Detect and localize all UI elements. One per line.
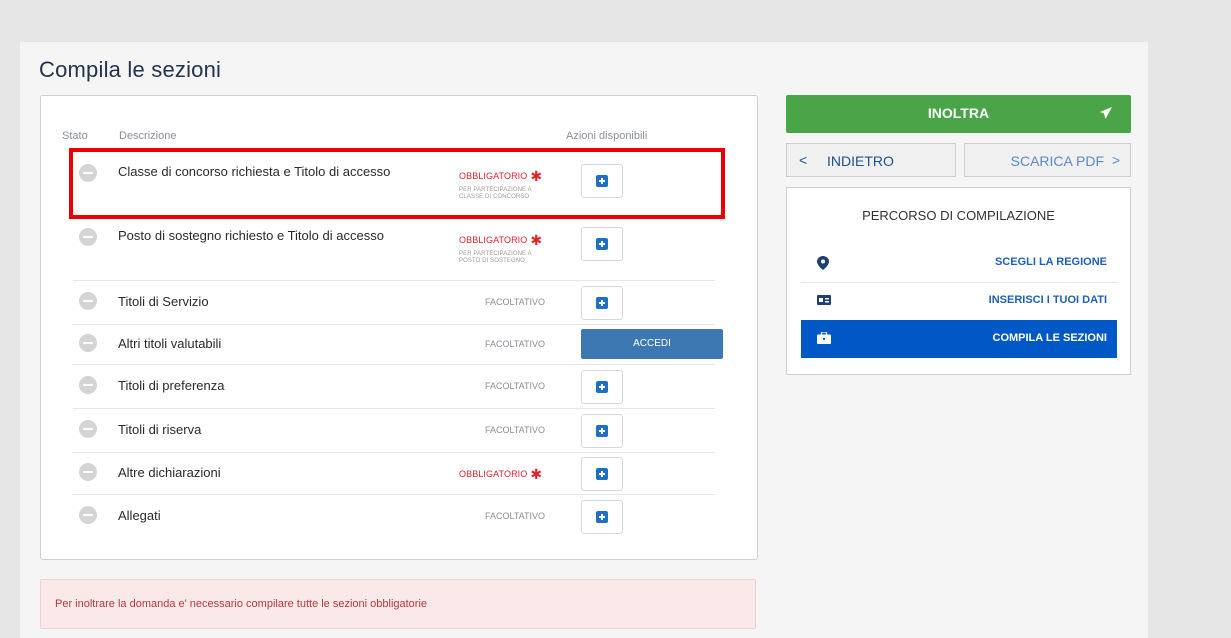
percorso-title: PERCORSO DI COMPILAZIONE [862,208,1055,223]
table-row: Allegati FACOLTATIVO [73,494,715,538]
add-button[interactable] [581,227,623,261]
optional-badge: FACOLTATIVO [485,425,546,435]
chevron-left-icon: < [799,152,808,168]
step-scegli-regione[interactable]: SCEGLI LA REGIONE [801,244,1117,283]
required-badge: OBBLIGATORIO ✱ [459,466,542,483]
row-label: Posto di sostegno richiesto e Titolo di … [118,228,384,243]
id-card-icon [817,295,831,305]
add-button[interactable] [581,286,623,320]
optional-badge: FACOLTATIVO [485,511,546,521]
asterisk-icon: ✱ [530,232,543,248]
map-pin-icon [817,256,829,270]
table-row: Altre dichiarazioni OBBLIGATORIO ✱ [73,452,715,495]
step-label: COMPILA LE SEZIONI [992,332,1108,344]
inoltra-button[interactable]: INOLTRA [786,95,1131,133]
row-label: Altri titoli valutabili [118,336,222,351]
status-icon [79,292,97,310]
step-label: SCEGLI LA REGIONE [994,256,1107,268]
table-row: Titoli di riserva FACOLTATIVO [73,408,715,453]
table-row: Titoli di preferenza FACOLTATIVO [73,364,715,409]
row-label: Allegati [118,508,161,523]
row-label: Titoli di riserva [118,422,202,437]
chevron-right-icon: > [1111,152,1120,168]
optional-badge: FACOLTATIVO [485,381,546,391]
table-row: Posto di sostegno richiesto e Titolo di … [73,218,715,281]
header-stato: Stato [62,130,88,142]
indietro-label: INDIETRO [827,153,894,169]
send-icon [1100,107,1112,119]
status-icon [79,334,97,352]
header-descrizione: Descrizione [119,130,177,142]
status-icon [79,506,97,524]
row-label: Titoli di Servizio [118,294,209,309]
scarica-pdf-button[interactable]: SCARICA PDF > [964,143,1131,177]
add-button[interactable] [581,414,623,448]
header-azioni: Azioni disponibili [566,130,648,142]
required-badge: OBBLIGATORIO ✱ PER PARTECIPAZIONE A POSTO … [459,232,542,265]
percorso-panel: PERCORSO DI COMPILAZIONE SCEGLI LA REGIO… [786,187,1131,375]
table-row: Titoli di Servizio FACOLTATIVO [73,280,715,325]
plus-icon [596,468,608,480]
status-icon [79,420,97,438]
row-label: Altre dichiarazioni [118,465,221,480]
page-container: Compila le sezioni Stato Descrizione Azi… [20,42,1148,638]
plus-icon [596,381,608,393]
optional-badge: FACOLTATIVO [485,297,546,307]
inoltra-label: INOLTRA [927,105,990,121]
briefcase-icon [817,332,831,344]
accedi-button[interactable]: ACCEDI [581,329,723,359]
scarica-pdf-label: SCARICA PDF [1010,153,1104,169]
status-icon [79,376,97,394]
alert-banner: Per inoltrare la domanda e' necessario c… [40,579,756,629]
optional-badge: FACOLTATIVO [485,339,546,349]
badge-text: OBBLIGATORIO [459,469,528,479]
indietro-button[interactable]: < INDIETRO [786,143,956,177]
badge-text: OBBLIGATORIO [459,235,528,245]
step-inserisci-dati[interactable]: INSERISCI I TUOI DATI [801,282,1117,321]
status-icon [79,228,97,246]
alert-text: Per inoltrare la domanda e' necessario c… [55,598,428,610]
add-button[interactable] [581,500,623,534]
table-row: Altri titoli valutabili FACOLTATIVO ACCE… [73,324,723,365]
plus-icon [596,297,608,309]
badge-subtext: PER PARTECIPAZIONE A POSTO DI SOSTEGNO [459,251,532,264]
plus-icon [596,238,608,250]
highlight-box [69,148,725,219]
status-icon [79,463,97,481]
plus-icon [596,511,608,523]
step-compila-sezioni[interactable]: COMPILA LE SEZIONI [801,320,1117,358]
asterisk-icon: ✱ [530,466,543,482]
step-label: INSERISCI I TUOI DATI [988,294,1107,306]
plus-icon [596,425,608,437]
table-header: Stato Descrizione Azioni disponibili [41,130,757,144]
add-button[interactable] [581,457,623,491]
add-button[interactable] [581,370,623,404]
page-title: Compila le sezioni [39,57,222,82]
row-label: Titoli di preferenza [118,378,225,393]
